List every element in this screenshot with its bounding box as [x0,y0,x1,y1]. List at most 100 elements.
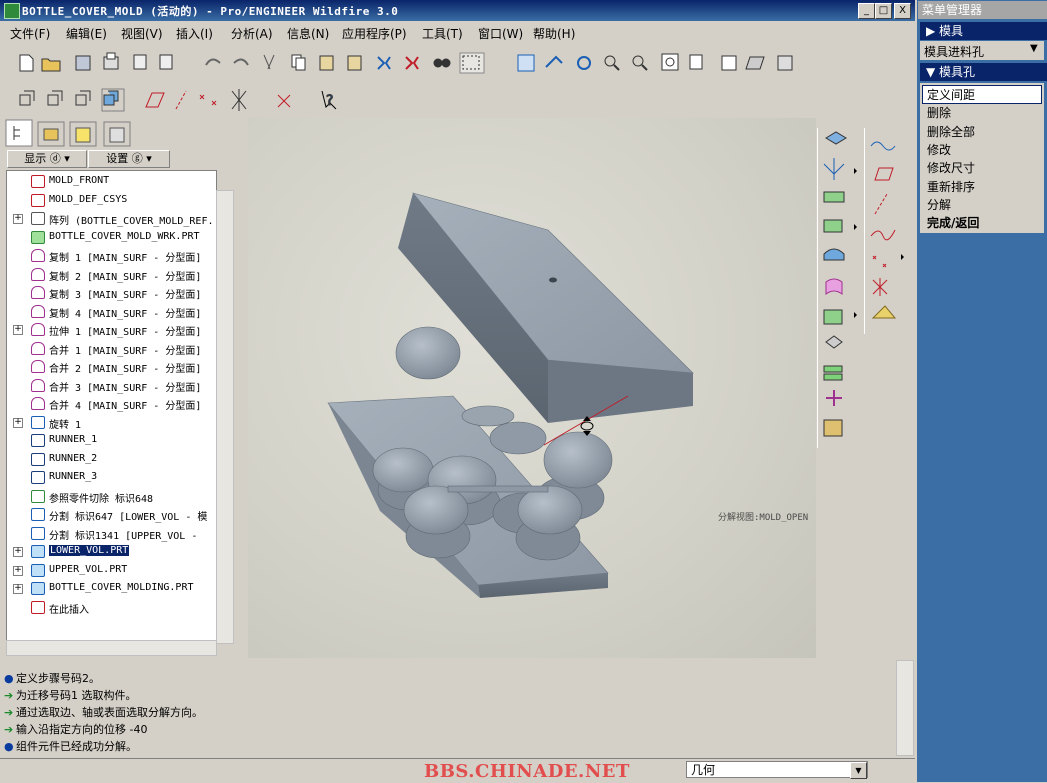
sprue-label: 模具进料孔 [924,45,985,59]
tree-node[interactable]: RUNNER_2 [7,451,216,469]
toolbar-icons [19,52,793,74]
tree-node[interactable]: BOTTLE_COVER_MOLD_WRK.PRT [7,229,216,247]
tree-node[interactable]: 复制 1 [MAIN_SURF - 分型面] [7,247,216,265]
tree-node[interactable]: + 阵列 (BOTTLE_COVER_MOLD_REF. [7,210,216,228]
tree-node[interactable]: MOLD_DEF_CSYS [7,192,216,210]
menu-edit[interactable]: 编辑(E) [66,25,107,42]
menu-item-delete[interactable]: 删除 [927,104,951,121]
tree-node-label: MOLD_FRONT [49,175,110,186]
menu-view[interactable]: 视图(V) [121,25,163,42]
tree-node[interactable]: 在此插入 [7,599,216,617]
menu-item-reorder[interactable]: 重新排序 [927,178,975,195]
menu-item-explode[interactable]: 分解 [927,196,951,213]
tree-node[interactable]: 复制 4 [MAIN_SURF - 分型面] [7,303,216,321]
tree-node[interactable]: + 拉伸 1 [MAIN_SURF - 分型面] [7,321,216,339]
tree-node[interactable]: 合并 1 [MAIN_SURF - 分型面] [7,340,216,358]
tree-node[interactable]: 合并 4 [MAIN_SURF - 分型面] [7,395,216,413]
surface-icon [31,249,45,262]
menu-item-done-return[interactable]: 完成/返回 [927,214,979,231]
tree-node-label: 拉伸 1 [MAIN_SURF - 分型面] [49,327,202,338]
display-toolbar: ? [0,83,915,117]
message-text: 为迁移号码1 选取构件。 [16,689,137,702]
runner-icon [31,452,45,466]
message-scrollbar[interactable] [896,660,914,756]
tree-node-label: 阵列 (BOTTLE_COVER_MOLD_REF. [49,216,214,227]
tree-node[interactable]: 复制 2 [MAIN_SURF - 分型面] [7,266,216,284]
menu-window[interactable]: 窗口(W) [478,25,523,42]
model-tree: MOLD_FRONT MOLD_DEF_CSYS + 阵列 (BOTTLE_COVER… [6,170,217,642]
expand-toggle-icon[interactable]: + [13,325,23,335]
molding-icon [31,582,45,595]
tree-vertical-scrollbar[interactable] [216,190,234,644]
tree-node[interactable]: + BOTTLE_COVER_MOLDING.PRT [7,580,216,598]
window-title: BOTTLE_COVER_MOLD (活动的) - Pro/ENGINEER W… [22,5,399,18]
insert-arrow-icon [31,600,45,614]
menu-bar: 文件(F) 编辑(E) 视图(V) 插入(I) 分析(A) 信息(N) 应用程序… [0,21,915,43]
surface-icon [31,267,45,281]
watermark-text: BBS.CHINADE.NET [424,761,630,782]
menu-item-define-spacing[interactable]: 定义间距 [927,86,975,103]
menu-applications[interactable]: 应用程序(P) [342,25,407,42]
explode-view-label: 分解视图:MOLD_OPEN [718,513,809,523]
graphics-viewport[interactable]: 分解视图:MOLD_OPEN [248,118,816,658]
prompt-arrow-icon: ➔ [4,706,14,719]
expand-toggle-icon[interactable]: + [13,584,23,594]
datum-toolbar [864,128,905,334]
message-text: 通过选取边、轴或表面选取分解方向。 [16,706,203,719]
tree-node[interactable]: + LOWER_VOL.PRT [7,543,216,561]
tree-node-label: BOTTLE_COVER_MOLDING.PRT [49,582,194,593]
chevron-down-icon[interactable]: ▼ [850,762,867,779]
expand-toggle-icon[interactable]: + [13,565,23,576]
close-button[interactable]: X [894,3,911,19]
message-line: ➔ 通过选取边、轴或表面选取分解方向。 [4,704,203,720]
menu-tools[interactable]: 工具(T) [422,25,463,42]
menu-item-modify[interactable]: 修改 [927,141,951,158]
tree-node[interactable]: 分割 标识1341 [UPPER_VOL - [7,525,216,543]
expand-toggle-icon[interactable]: + [13,547,23,557]
tree-node[interactable]: 合并 3 [MAIN_SURF - 分型面] [7,377,216,395]
message-text: 定义步骤号码2。 [16,672,100,685]
menu-sprue-header[interactable]: ▼ 模具孔 [920,63,1047,81]
menu-item-modify-dim[interactable]: 修改尺寸 [927,159,975,176]
message-line: ● 定义步骤号码2。 [4,670,100,686]
tree-node[interactable]: 合并 2 [MAIN_SURF - 分型面] [7,358,216,376]
tree-node[interactable]: RUNNER_1 [7,432,216,450]
settings-dropdown[interactable]: 设置 ⓖ ▾ [88,150,170,168]
volume-icon [31,545,45,558]
selection-filter-value: 几何 [691,763,716,777]
tree-node-label: 复制 2 [MAIN_SURF - 分型面] [49,271,202,283]
menu-info[interactable]: 信息(N) [287,25,329,42]
tree-node-label: 合并 1 [MAIN_SURF - 分型面] [49,345,202,357]
csys-icon [31,193,45,207]
maximize-button[interactable]: □ [875,3,892,19]
tree-node[interactable]: 参照零件切除 标识648 [7,488,216,506]
app-icon [4,3,20,19]
sprue-selector[interactable]: 模具进料孔 ▼ [920,41,1044,60]
menu-mold-header[interactable]: ▶ 模具 [920,22,1047,40]
message-area: ● 定义步骤号码2。 ➔ 为迁移号码1 选取构件。 ➔ 通过选取边、轴或表面选取分解方… [0,658,915,758]
menu-insert[interactable]: 插入(I) [176,25,213,42]
tree-node[interactable]: RUNNER_3 [7,469,216,487]
menu-file[interactable]: 文件(F) [10,25,50,42]
tree-node[interactable]: + UPPER_VOL.PRT [7,562,216,580]
menu-analysis[interactable]: 分析(A) [231,25,273,42]
prompt-arrow-icon: ➔ [4,689,14,702]
tree-node-label: 复制 3 [MAIN_SURF - 分型面] [49,290,202,301]
minimize-button[interactable]: _ [858,3,875,19]
tree-node[interactable]: MOLD_FRONT [7,173,216,191]
status-bar: BBS.CHINADE.NET 几何 ▼ [0,758,915,783]
surface-icon [31,397,45,410]
tree-node-label: 旋转 1 [49,419,82,431]
menu-item-delete-all[interactable]: 删除全部 [927,123,975,140]
tree-node[interactable]: 分割 标识647 [LOWER_VOL - 模 [7,506,216,524]
tree-node[interactable]: 复制 3 [MAIN_SURF - 分型面] [7,284,216,302]
tree-node[interactable]: + 旋转 1 [7,414,216,432]
message-text: 组件元件已经成功分解。 [16,740,137,753]
menu-help[interactable]: 帮助(H) [533,25,575,42]
expand-toggle-icon[interactable]: + [13,417,23,428]
selection-filter[interactable]: 几何 ▼ [686,761,868,779]
tree-horizontal-scrollbar[interactable] [6,640,217,656]
show-dropdown[interactable]: 显示 ⓓ ▾ [7,150,87,168]
expand-toggle-icon[interactable]: + [13,214,23,224]
runner-icon [31,434,45,447]
